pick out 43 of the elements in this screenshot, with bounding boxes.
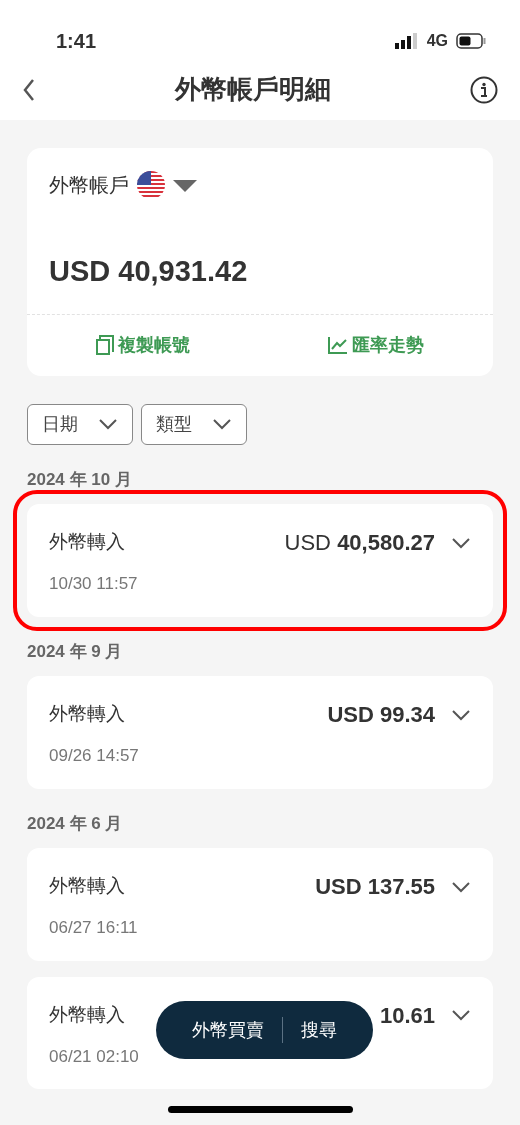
transaction-datetime: 06/27 16:11 (49, 917, 139, 939)
transaction-card[interactable]: 外幣轉入 USD 99.34 09/26 14:57 (27, 676, 493, 789)
copy-icon (96, 335, 114, 355)
transaction-datetime: 10/30 11:57 (49, 573, 139, 595)
exchange-rate-button[interactable]: 匯率走勢 (322, 330, 430, 360)
chevron-down-icon (212, 417, 232, 431)
chevron-down-icon[interactable] (451, 707, 471, 722)
month-heading: 2024 年 6 月 (27, 812, 124, 835)
chevron-down-icon[interactable] (451, 1008, 471, 1022)
month-heading: 2024 年 10 月 (27, 468, 133, 491)
battery-icon (456, 33, 486, 49)
transaction-amount: USD 137.55 (315, 873, 435, 901)
transaction-card[interactable]: 外幣轉入 USD 137.55 06/27 16:11 (27, 848, 493, 961)
month-heading: 2024 年 9 月 (27, 640, 124, 663)
transaction-type: 外幣轉入 (49, 874, 125, 899)
transaction-card[interactable]: 外幣轉入 USD 40,580.27 10/30 11:57 (27, 504, 493, 617)
chevron-down-icon (98, 417, 118, 431)
transaction-amount: USD 40,580.27 (284, 529, 435, 557)
action-button[interactable]: 外幣買賣 (182, 1016, 274, 1044)
filter-dropdown[interactable]: 日期 (27, 403, 133, 445)
transaction-type: 外幣轉入 (49, 1002, 125, 1027)
transaction-amount: 10.61 (379, 1001, 435, 1030)
transaction-datetime: 09/26 14:57 (49, 745, 140, 767)
action-button[interactable]: 搜尋 (291, 1016, 347, 1044)
transaction-datetime: 06/21 02:10 (49, 1045, 140, 1068)
chevron-down-icon[interactable] (451, 879, 471, 894)
transaction-type: 外幣轉入 (49, 702, 125, 727)
signal-icon (394, 33, 419, 49)
filter-dropdown[interactable]: 類型 (141, 403, 247, 445)
network-label: 4G (426, 31, 448, 51)
dropdown-icon[interactable] (173, 178, 197, 192)
copy-account-button[interactable]: 複製帳號 (90, 330, 196, 360)
info-icon[interactable] (470, 76, 498, 104)
account-label: 外幣帳戶 (49, 173, 129, 198)
back-icon[interactable] (22, 78, 36, 102)
chevron-down-icon[interactable] (451, 535, 471, 550)
flag-icon (137, 171, 165, 199)
transaction-type: 外幣轉入 (49, 530, 125, 555)
page-title: 外幣帳戶明細 (175, 74, 331, 106)
chart-icon (328, 336, 348, 354)
status-time: 1:41 (56, 29, 97, 54)
account-balance: USD 40,931.42 (49, 254, 249, 289)
transaction-amount: USD 99.34 (327, 701, 435, 729)
